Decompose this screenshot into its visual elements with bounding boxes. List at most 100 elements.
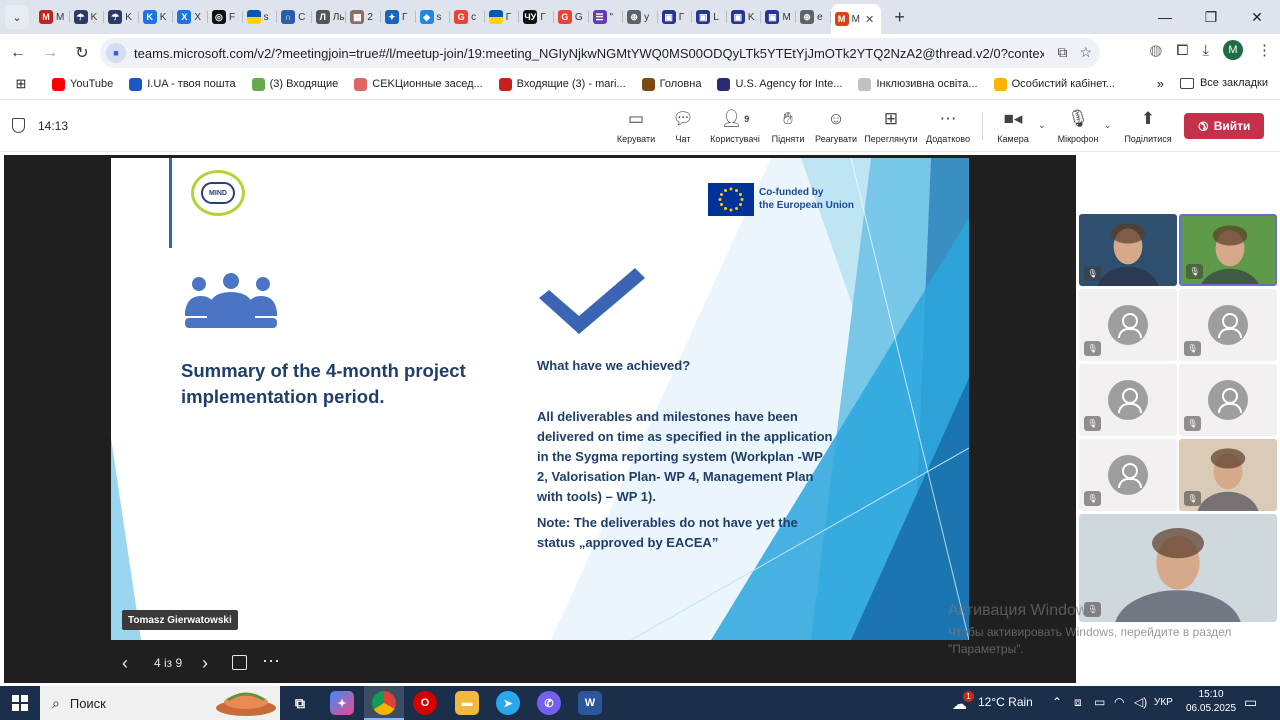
profile-avatar[interactable]: M (1223, 40, 1243, 60)
close-window-icon[interactable]: ✕ (1234, 0, 1280, 34)
reload-button[interactable]: ↻ (68, 39, 96, 67)
all-bookmarks-button[interactable]: Все закладки (1179, 77, 1268, 89)
mic-options-chevron-icon[interactable]: ⌄ (1104, 120, 1112, 131)
participant-tile[interactable]: 🎙︎ (1179, 289, 1277, 361)
bookmark-item[interactable]: Входящие (3) - mari... (498, 77, 626, 91)
task-view-icon[interactable]: ⧉ (288, 691, 312, 715)
tab[interactable]: ▣ K (727, 4, 762, 30)
keyboard-language[interactable]: УКР (1154, 697, 1173, 708)
participant-tile[interactable]: 🎙︎ (1179, 364, 1277, 436)
url-text[interactable]: teams.microsoft.com/v2/?meetingjoin=true… (134, 46, 1044, 61)
previous-slide-icon[interactable]: ‹ (122, 653, 128, 674)
wifi-icon[interactable]: ◠ (1114, 695, 1124, 709)
bookmark-item[interactable]: (3) Входящие (251, 77, 338, 91)
slide-grid-icon[interactable] (232, 655, 247, 670)
share-button[interactable]: ⬆ Поділитися (1120, 108, 1176, 144)
view-button[interactable]: ⊞ Переглянути (863, 108, 919, 144)
bookmark-star-icon[interactable]: ☆ (1079, 44, 1092, 61)
close-tab-icon[interactable]: ✕ (865, 13, 874, 26)
tab[interactable]: ✦ Г (381, 4, 416, 30)
bookmark-item[interactable]: Інклюзивна освіта... (858, 77, 978, 91)
translate-icon[interactable]: ◍ (1149, 41, 1162, 59)
viber-icon[interactable]: ✆ (537, 691, 561, 715)
tab[interactable]: ▣ Г (658, 4, 693, 30)
copilot-icon[interactable]: ✦ (330, 691, 354, 715)
tab-active[interactable]: M M ✕ (830, 4, 881, 34)
address-bar[interactable]: ■ teams.microsoft.com/v2/?meetingjoin=tr… (100, 38, 1100, 68)
participant-tile[interactable]: 🎙︎ (1079, 439, 1177, 511)
tab[interactable]: ЧУ Г (519, 4, 554, 30)
tab[interactable]: ☰ " (589, 4, 624, 30)
tab[interactable]: ∩ C (277, 4, 312, 30)
tab[interactable]: Л Ль (312, 4, 347, 30)
taskbar-search[interactable]: ⌕ Поиск (40, 686, 280, 720)
tab[interactable]: ▦ 2 (346, 4, 381, 30)
more-button[interactable]: ⋯ Додатково (920, 108, 976, 144)
bookmark-item[interactable]: U.S. Agency for Inte... (717, 77, 842, 91)
camera-button[interactable]: ■◂ Камера (985, 108, 1041, 144)
tab[interactable]: ☂ K (104, 4, 139, 30)
maximize-icon[interactable]: ❐ (1188, 0, 1234, 34)
tab[interactable]: ⊕ e (796, 4, 831, 30)
opera-icon[interactable]: O (413, 691, 437, 715)
apps-grid-icon[interactable]: ⊞ (6, 76, 36, 92)
tab[interactable]: ◆ s (416, 4, 451, 30)
word-icon[interactable]: W (578, 691, 602, 715)
taskbar-clock[interactable]: 15:10 06.05.2025 (1186, 688, 1236, 716)
tab-search-icon[interactable]: ⌄ (5, 5, 29, 29)
bookmark-item[interactable]: YouTube (52, 77, 113, 91)
participant-tile[interactable]: 🎙︎ (1179, 439, 1277, 511)
react-button[interactable]: ☺ Реагувати (808, 108, 864, 144)
site-camera-icon[interactable]: ■ (106, 43, 126, 63)
people-button[interactable]: 👤︎ 9 Користувачі (707, 108, 763, 144)
tab[interactable]: ▣ L (692, 4, 727, 30)
next-slide-icon[interactable]: › (202, 653, 208, 674)
extensions-icon[interactable]: ⧠ (1176, 42, 1188, 59)
participant-tile[interactable]: 🎙︎ (1079, 364, 1177, 436)
slide-more-icon[interactable]: ⋯ (262, 651, 281, 672)
chat-button[interactable]: 💬︎ Чат (655, 108, 711, 144)
tab[interactable]: Gc (450, 4, 485, 30)
bookmark-item[interactable]: Головна (641, 77, 701, 91)
participant-tile[interactable]: 🎙︎ (1079, 214, 1177, 286)
windows-start-icon[interactable] (12, 695, 28, 711)
mic-muted-icon: 🎙︎ (1184, 491, 1201, 506)
tab[interactable]: GG (554, 4, 589, 30)
back-button[interactable]: ← (4, 39, 32, 67)
participant-tile[interactable]: 🎙︎ (1079, 514, 1277, 622)
tray-overflow-icon[interactable]: ⌃ (1052, 695, 1062, 709)
weather-label[interactable]: 12°C Rain (978, 695, 1033, 709)
microphone-button[interactable]: 🎙︎ Мікрофон (1050, 108, 1106, 144)
browser-menu-icon[interactable]: ⋮ (1257, 41, 1272, 59)
notifications-icon[interactable]: ▭ (1244, 694, 1257, 711)
tab[interactable]: ☂ K (70, 4, 105, 30)
tab[interactable]: MM (35, 4, 70, 30)
minimize-icon[interactable]: — (1142, 0, 1188, 34)
tab[interactable]: ◎ F (208, 4, 243, 30)
tab[interactable]: KK (139, 4, 174, 30)
new-tab-button[interactable]: + (887, 4, 913, 30)
camera-options-chevron-icon[interactable]: ⌄ (1038, 120, 1046, 131)
chrome-icon[interactable] (372, 691, 396, 715)
battery-icon[interactable]: ▭ (1094, 695, 1105, 709)
tab[interactable]: Г (485, 4, 520, 30)
bookmark-item[interactable]: CEKЦионные засед... (354, 77, 483, 91)
tab[interactable]: s (243, 4, 278, 30)
meet-now-icon[interactable]: ⧈ (1074, 695, 1082, 710)
bookmark-item[interactable]: Особистий кабінет... (993, 77, 1115, 91)
install-app-icon[interactable]: ⧉ (1057, 44, 1067, 61)
download-icon[interactable]: ⤓ (1202, 42, 1209, 59)
telegram-icon[interactable]: ➤ (496, 691, 520, 715)
search-highlight-icon (216, 692, 276, 716)
tab[interactable]: ⊕ y (623, 4, 658, 30)
forward-button[interactable]: → (36, 39, 64, 67)
leave-button[interactable]: ✆ Вийти (1184, 113, 1264, 139)
file-explorer-icon[interactable]: ▬ (455, 691, 479, 715)
bookmarks-overflow-icon[interactable]: » (1157, 76, 1164, 91)
tab[interactable]: XX (173, 4, 208, 30)
participant-tile[interactable]: 🎙︎ (1079, 289, 1177, 361)
volume-icon[interactable]: ◁) (1134, 695, 1147, 709)
tab[interactable]: ▣ M (761, 4, 796, 30)
participant-tile[interactable]: 🎙︎ (1179, 214, 1277, 286)
bookmark-item[interactable]: I.UA - твоя пошта (129, 77, 236, 91)
